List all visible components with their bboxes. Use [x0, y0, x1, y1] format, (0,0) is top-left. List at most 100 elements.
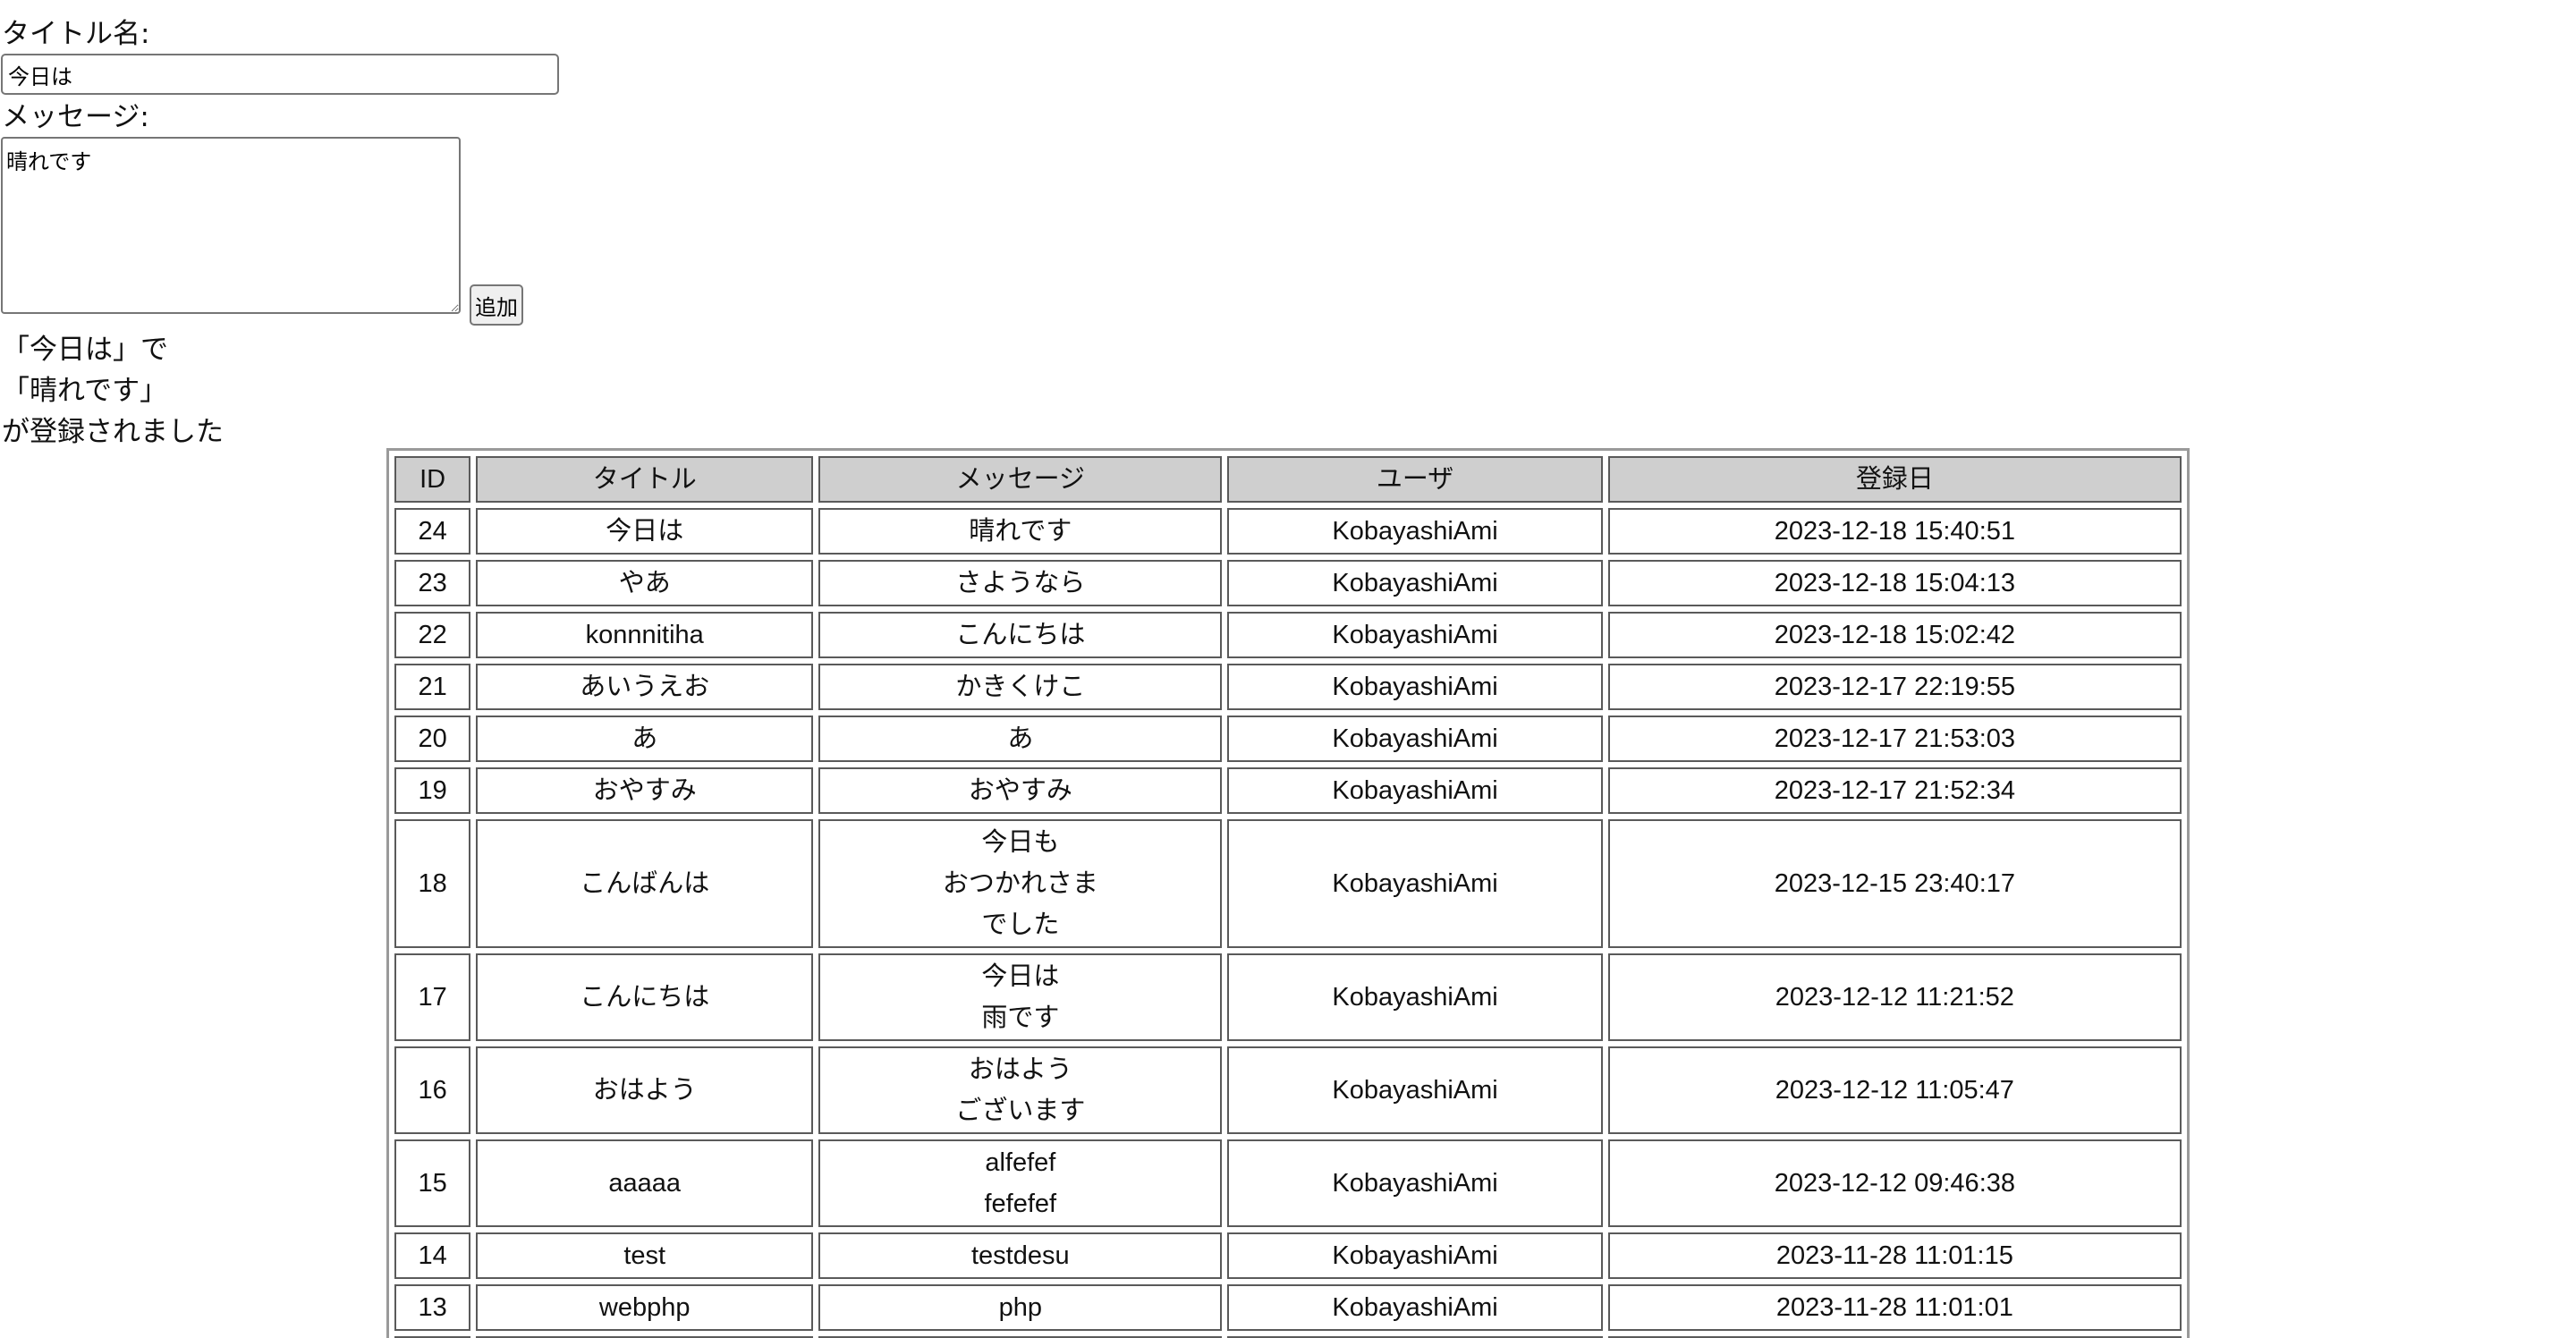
cell-id: 13: [394, 1284, 471, 1331]
cell-user: KobayashiAmi: [1227, 767, 1603, 814]
title-input[interactable]: [1, 54, 559, 95]
cell-title: おやすみ: [476, 767, 814, 814]
cell-title: おはよう: [476, 1046, 814, 1134]
message-textarea[interactable]: 晴れです: [1, 137, 461, 314]
header-id: ID: [394, 456, 471, 503]
message-line: fefefef: [984, 1190, 1057, 1218]
cell-title: やあ: [476, 560, 814, 606]
cell-message: alfefef fefefef: [818, 1139, 1223, 1227]
table-row: 15 aaaaa alfefef fefefef KobayashiAmi 2023-12…: [394, 1139, 2182, 1227]
cell-date: 2023-12-15 23:40:17: [1607, 819, 2182, 948]
title-label: タイトル名:: [2, 18, 150, 50]
header-title: タイトル: [476, 456, 814, 503]
message-line: おはよう: [968, 1055, 1072, 1084]
cell-id: 16: [394, 1046, 471, 1134]
message-line: ございます: [955, 1097, 1086, 1125]
cell-message: 今日もおつかれさま でした: [818, 819, 1223, 948]
cell-title: こんにちは: [476, 953, 814, 1041]
table-row: 13 webphp php KobayashiAmi 2023-11-28 11:01:…: [394, 1284, 2182, 1331]
table-row: 18 こんばんは 今日も おつかれさま でした KobayashiAmi 2023-12-1…: [394, 819, 2182, 948]
posts-table: ID タイトル メッセージ ユーザ 登録日 24 今日は 晴れです Kobayashi…: [386, 448, 2190, 1338]
table-header-row: ID タイトル メッセージ ユーザ 登録日: [394, 456, 2182, 503]
cell-title: あいうえお: [476, 664, 814, 710]
message-line: おつかれさま: [942, 869, 1098, 898]
table-row: 23 やあ さようなら KobayashiAmi 2023-12-18 15:04:13: [394, 560, 2182, 606]
cell-user: KobayashiAmi: [1227, 1046, 1603, 1134]
cell-user: KobayashiAmi: [1227, 819, 1603, 948]
cell-date: 2023-11-28 11:01:01: [1607, 1284, 2182, 1331]
table-row: 19 おやすみ おやすみ KobayashiAmi 2023-12-17 21:52:3…: [394, 767, 2182, 814]
message-line: かきくけこ: [955, 673, 1086, 701]
cell-id: 22: [394, 612, 471, 658]
message-line: こんにちは: [955, 621, 1086, 649]
result-line: 「晴れです」: [2, 375, 168, 407]
cell-title: test: [476, 1232, 814, 1279]
cell-user: KobayashiAmi: [1227, 560, 1603, 606]
message-line: 今日は: [981, 962, 1060, 991]
cell-id: 20: [394, 716, 471, 762]
header-date: 登録日: [1607, 456, 2182, 503]
message-line: 雨です: [981, 1004, 1060, 1032]
cell-message: testdesu: [818, 1232, 1223, 1279]
cell-message: php: [818, 1284, 1223, 1331]
result-line: が登録されました: [2, 416, 224, 448]
message-label: メッセージ:: [2, 101, 149, 133]
cell-message: 晴れです: [818, 508, 1223, 555]
message-line: さようなら: [955, 569, 1086, 597]
posts-table-body: 24 今日は 晴れです KobayashiAmi 2023-12-18 15:40:51…: [394, 508, 2182, 1338]
table-row: 21 あいうえお かきくけこ KobayashiAmi 2023-12-17 22:19…: [394, 664, 2182, 710]
cell-message: 今日は 雨です: [818, 953, 1223, 1041]
cell-message: こんにちは: [818, 612, 1223, 658]
message-line: alfefef: [985, 1148, 1056, 1177]
cell-id: 23: [394, 560, 471, 606]
cell-id: 19: [394, 767, 471, 814]
message-line: でした: [981, 910, 1060, 939]
cell-user: KobayashiAmi: [1227, 1284, 1603, 1331]
cell-date: 2023-12-12 11:21:52: [1607, 953, 2182, 1041]
cell-id: 18: [394, 819, 471, 948]
table-row: 20 ああ KobayashiAmi 2023-12-17 21:53:03: [394, 716, 2182, 762]
cell-date: 2023-12-17 21:52:34: [1607, 767, 2182, 814]
cell-date: 2023-12-18 15:04:13: [1607, 560, 2182, 606]
table-row: 16 おはよう おはよう ございます KobayashiAmi 2023-12-12 11…: [394, 1046, 2182, 1134]
cell-date: 2023-12-18 15:02:42: [1607, 612, 2182, 658]
header-user: ユーザ: [1227, 456, 1603, 503]
message-line: あ: [1007, 724, 1034, 753]
add-button[interactable]: 追加: [470, 284, 523, 326]
message-line: おやすみ: [968, 776, 1072, 805]
table-row: 14 test testdesu KobayashiAmi 2023-11-28 11:…: [394, 1232, 2182, 1279]
result-line: 「今日は」で: [2, 334, 168, 366]
cell-title: こんばんは: [476, 819, 814, 948]
cell-user: KobayashiAmi: [1227, 1139, 1603, 1227]
cell-user: KobayashiAmi: [1227, 612, 1603, 658]
cell-message: あ: [818, 716, 1223, 762]
cell-id: 15: [394, 1139, 471, 1227]
cell-date: 2023-12-12 09:46:38: [1607, 1139, 2182, 1227]
cell-date: 2023-12-17 21:53:03: [1607, 716, 2182, 762]
cell-message: さようなら: [818, 560, 1223, 606]
cell-date: 2023-12-17 22:19:55: [1607, 664, 2182, 710]
message-line: testdesu: [971, 1241, 1070, 1270]
cell-id: 21: [394, 664, 471, 710]
cell-id: 17: [394, 953, 471, 1041]
cell-user: KobayashiAmi: [1227, 1232, 1603, 1279]
cell-title: 今日は: [476, 508, 814, 555]
cell-id: 24: [394, 508, 471, 555]
registration-result-message: 「今日は」で 「晴れです」 が登録されました: [2, 329, 224, 453]
cell-title: aaaaa: [476, 1139, 814, 1227]
cell-id: 14: [394, 1232, 471, 1279]
cell-date: 2023-12-18 15:40:51: [1607, 508, 2182, 555]
cell-date: 2023-11-28 11:01:15: [1607, 1232, 2182, 1279]
cell-title: webphp: [476, 1284, 814, 1331]
cell-user: KobayashiAmi: [1227, 716, 1603, 762]
cell-title: あ: [476, 716, 814, 762]
header-message: メッセージ: [818, 456, 1223, 503]
message-line: 今日も: [981, 828, 1060, 857]
table-row: 22 konnnitiha こんにちは KobayashiAmi 2023-12-18 …: [394, 612, 2182, 658]
message-line: php: [998, 1293, 1043, 1322]
cell-title: konnnitiha: [476, 612, 814, 658]
cell-user: KobayashiAmi: [1227, 953, 1603, 1041]
cell-message: かきくけこ: [818, 664, 1223, 710]
cell-date: 2023-12-12 11:05:47: [1607, 1046, 2182, 1134]
table-row: 24 今日は 晴れです KobayashiAmi 2023-12-18 15:40:51: [394, 508, 2182, 555]
